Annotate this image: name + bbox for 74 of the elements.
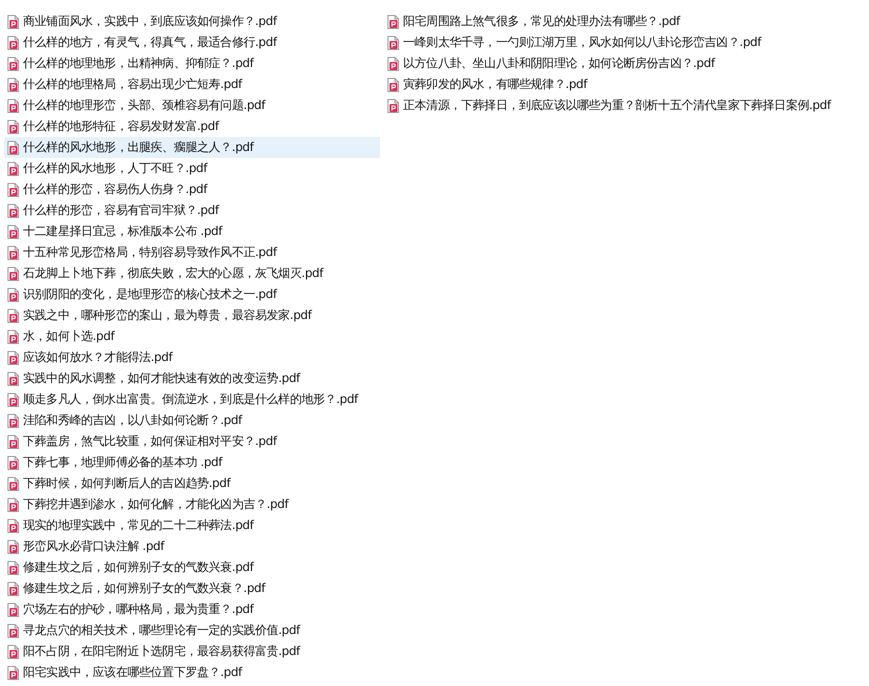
pdf-file-icon — [5, 622, 21, 638]
pdf-file-icon — [5, 350, 21, 366]
pdf-file-icon — [5, 286, 21, 302]
file-item[interactable]: 什么样的形峦，容易伤人伤身？.pdf — [4, 179, 380, 200]
file-item[interactable]: 修建生坟之后，如何辨别子女的气数兴衰？.pdf — [4, 578, 380, 599]
file-item[interactable]: 石龙脚上卜地下葬，彻底失败，宏大的心愿，灰飞烟灭.pdf — [4, 263, 380, 284]
pdf-file-icon — [5, 328, 21, 344]
file-item[interactable]: 什么样的形峦，容易有官司牢狱？.pdf — [4, 200, 380, 221]
pdf-file-icon — [5, 476, 21, 492]
file-item[interactable]: 阳宅实践中，应该在哪些位置下罗盘？.pdf — [4, 662, 380, 683]
file-item[interactable]: 什么样的地理形峦，头部、颈椎容易有问题.pdf — [4, 95, 380, 116]
pdf-file-icon — [5, 644, 21, 660]
pdf-file-icon — [5, 454, 21, 470]
file-item[interactable]: 水，如何卜选.pdf — [4, 326, 380, 347]
pdf-file-icon — [5, 244, 21, 260]
file-item[interactable]: 以方位八卦、坐山八卦和阴阳理论，如何论断房份吉凶？.pdf — [384, 53, 869, 74]
file-item[interactable]: 商业铺面风水，实践中，到底应该如何操作？.pdf — [4, 11, 380, 32]
file-item[interactable]: 一峰则太华千寻，一勺则江湖万里，风水如何以八卦论形峦吉凶？.pdf — [384, 32, 869, 53]
file-item[interactable]: 寻龙点穴的相关技术，哪些理论有一定的实践价值.pdf — [4, 620, 380, 641]
file-item[interactable]: 形峦风水必背口诀注解 .pdf — [4, 536, 380, 557]
pdf-file-icon — [385, 34, 401, 50]
pdf-file-icon — [5, 34, 21, 50]
file-item[interactable]: 阳不占阴，在阳宅附近卜选阴宅，最容易获得富贵.pdf — [4, 641, 380, 662]
pdf-file-icon — [385, 98, 401, 114]
file-item[interactable]: 正本清源，下葬择日，到底应该以哪些为重？剖析十五个清代皇家下葬择日案例.pdf — [384, 95, 869, 116]
pdf-file-icon — [5, 140, 21, 156]
pdf-file-icon — [5, 370, 21, 386]
pdf-file-icon — [5, 560, 21, 576]
file-item[interactable]: 应该如何放水？才能得法.pdf — [4, 347, 380, 368]
file-item[interactable]: 实践中的风水调整，如何才能快速有效的改变运势.pdf — [4, 368, 380, 389]
file-item[interactable]: 下葬时候，如何判断后人的吉凶趋势.pdf — [4, 473, 380, 494]
pdf-file-icon — [5, 76, 21, 92]
pdf-file-icon — [5, 202, 21, 218]
pdf-file-icon — [5, 308, 21, 324]
file-item[interactable]: 什么样的地形特征，容易发财发富.pdf — [4, 116, 380, 137]
file-item[interactable]: 下葬挖井遇到渗水，如何化解，才能化凶为吉？.pdf — [4, 494, 380, 515]
file-item[interactable]: 穴场左右的护砂，哪种格局，最为贵重？.pdf — [4, 599, 380, 620]
file-item[interactable]: 识别阴阳的变化，是地理形峦的核心技术之一.pdf — [4, 284, 380, 305]
pdf-file-icon — [5, 56, 21, 72]
pdf-file-icon — [5, 14, 21, 30]
file-item[interactable]: 洼陷和秀峰的吉凶，以八卦如何论断？.pdf — [4, 410, 380, 431]
file-item[interactable]: 现实的地理实践中，常见的二十二种葬法.pdf — [4, 515, 380, 536]
file-item[interactable]: 寅葬卯发的风水，有哪些规律？.pdf — [384, 74, 869, 95]
pdf-file-icon — [5, 160, 21, 176]
pdf-file-icon — [5, 392, 21, 408]
pdf-file-icon — [5, 602, 21, 618]
pdf-file-icon — [5, 496, 21, 512]
pdf-file-icon — [5, 580, 21, 596]
pdf-file-icon — [5, 538, 21, 554]
file-item[interactable]: 什么样的地方，有灵气，得真气，最适合修行.pdf — [4, 32, 380, 53]
file-item[interactable]: 修建生坟之后，如何辨别子女的气数兴衰.pdf — [4, 557, 380, 578]
file-item[interactable]: 什么样的地理地形，出精神病、抑郁症？.pdf — [4, 53, 380, 74]
pdf-file-icon — [5, 182, 21, 198]
pdf-file-icon — [385, 56, 401, 72]
pdf-file-icon — [5, 266, 21, 282]
pdf-file-icon — [5, 664, 21, 680]
file-item[interactable]: 下葬七事，地理师傅必备的基本功 .pdf — [4, 452, 380, 473]
file-item[interactable]: 什么样的风水地形，出腿疾、瘸腿之人？.pdf — [4, 137, 380, 158]
file-item[interactable]: 下葬盖房，煞气比较重，如何保证相对平安？.pdf — [4, 431, 380, 452]
file-item[interactable]: 什么样的地理格局，容易出现少亡短寿.pdf — [4, 74, 380, 95]
file-item[interactable]: 什么样的风水地形，人丁不旺？.pdf — [4, 158, 380, 179]
file-item[interactable]: 十二建星择日宜忌，标准版本公布 .pdf — [4, 221, 380, 242]
file-item[interactable]: 顺走多凡人，倒水出富贵。倒流逆水，到底是什么样的地形？.pdf — [4, 389, 380, 410]
pdf-file-icon — [385, 76, 401, 92]
file-item[interactable]: 十五种常见形峦格局，特别容易导致作风不正.pdf — [4, 242, 380, 263]
file-item[interactable]: 阳宅周围路上煞气很多，常见的处理办法有哪些？.pdf — [384, 11, 869, 32]
pdf-file-icon — [385, 14, 401, 30]
pdf-file-icon — [5, 412, 21, 428]
pdf-file-icon — [5, 118, 21, 134]
pdf-file-icon — [5, 98, 21, 114]
pdf-file-icon — [5, 518, 21, 534]
file-item[interactable]: 实践之中，哪种形峦的案山，最为尊贵，最容易发家.pdf — [4, 305, 380, 326]
pdf-file-icon — [5, 224, 21, 240]
pdf-file-icon — [5, 434, 21, 450]
